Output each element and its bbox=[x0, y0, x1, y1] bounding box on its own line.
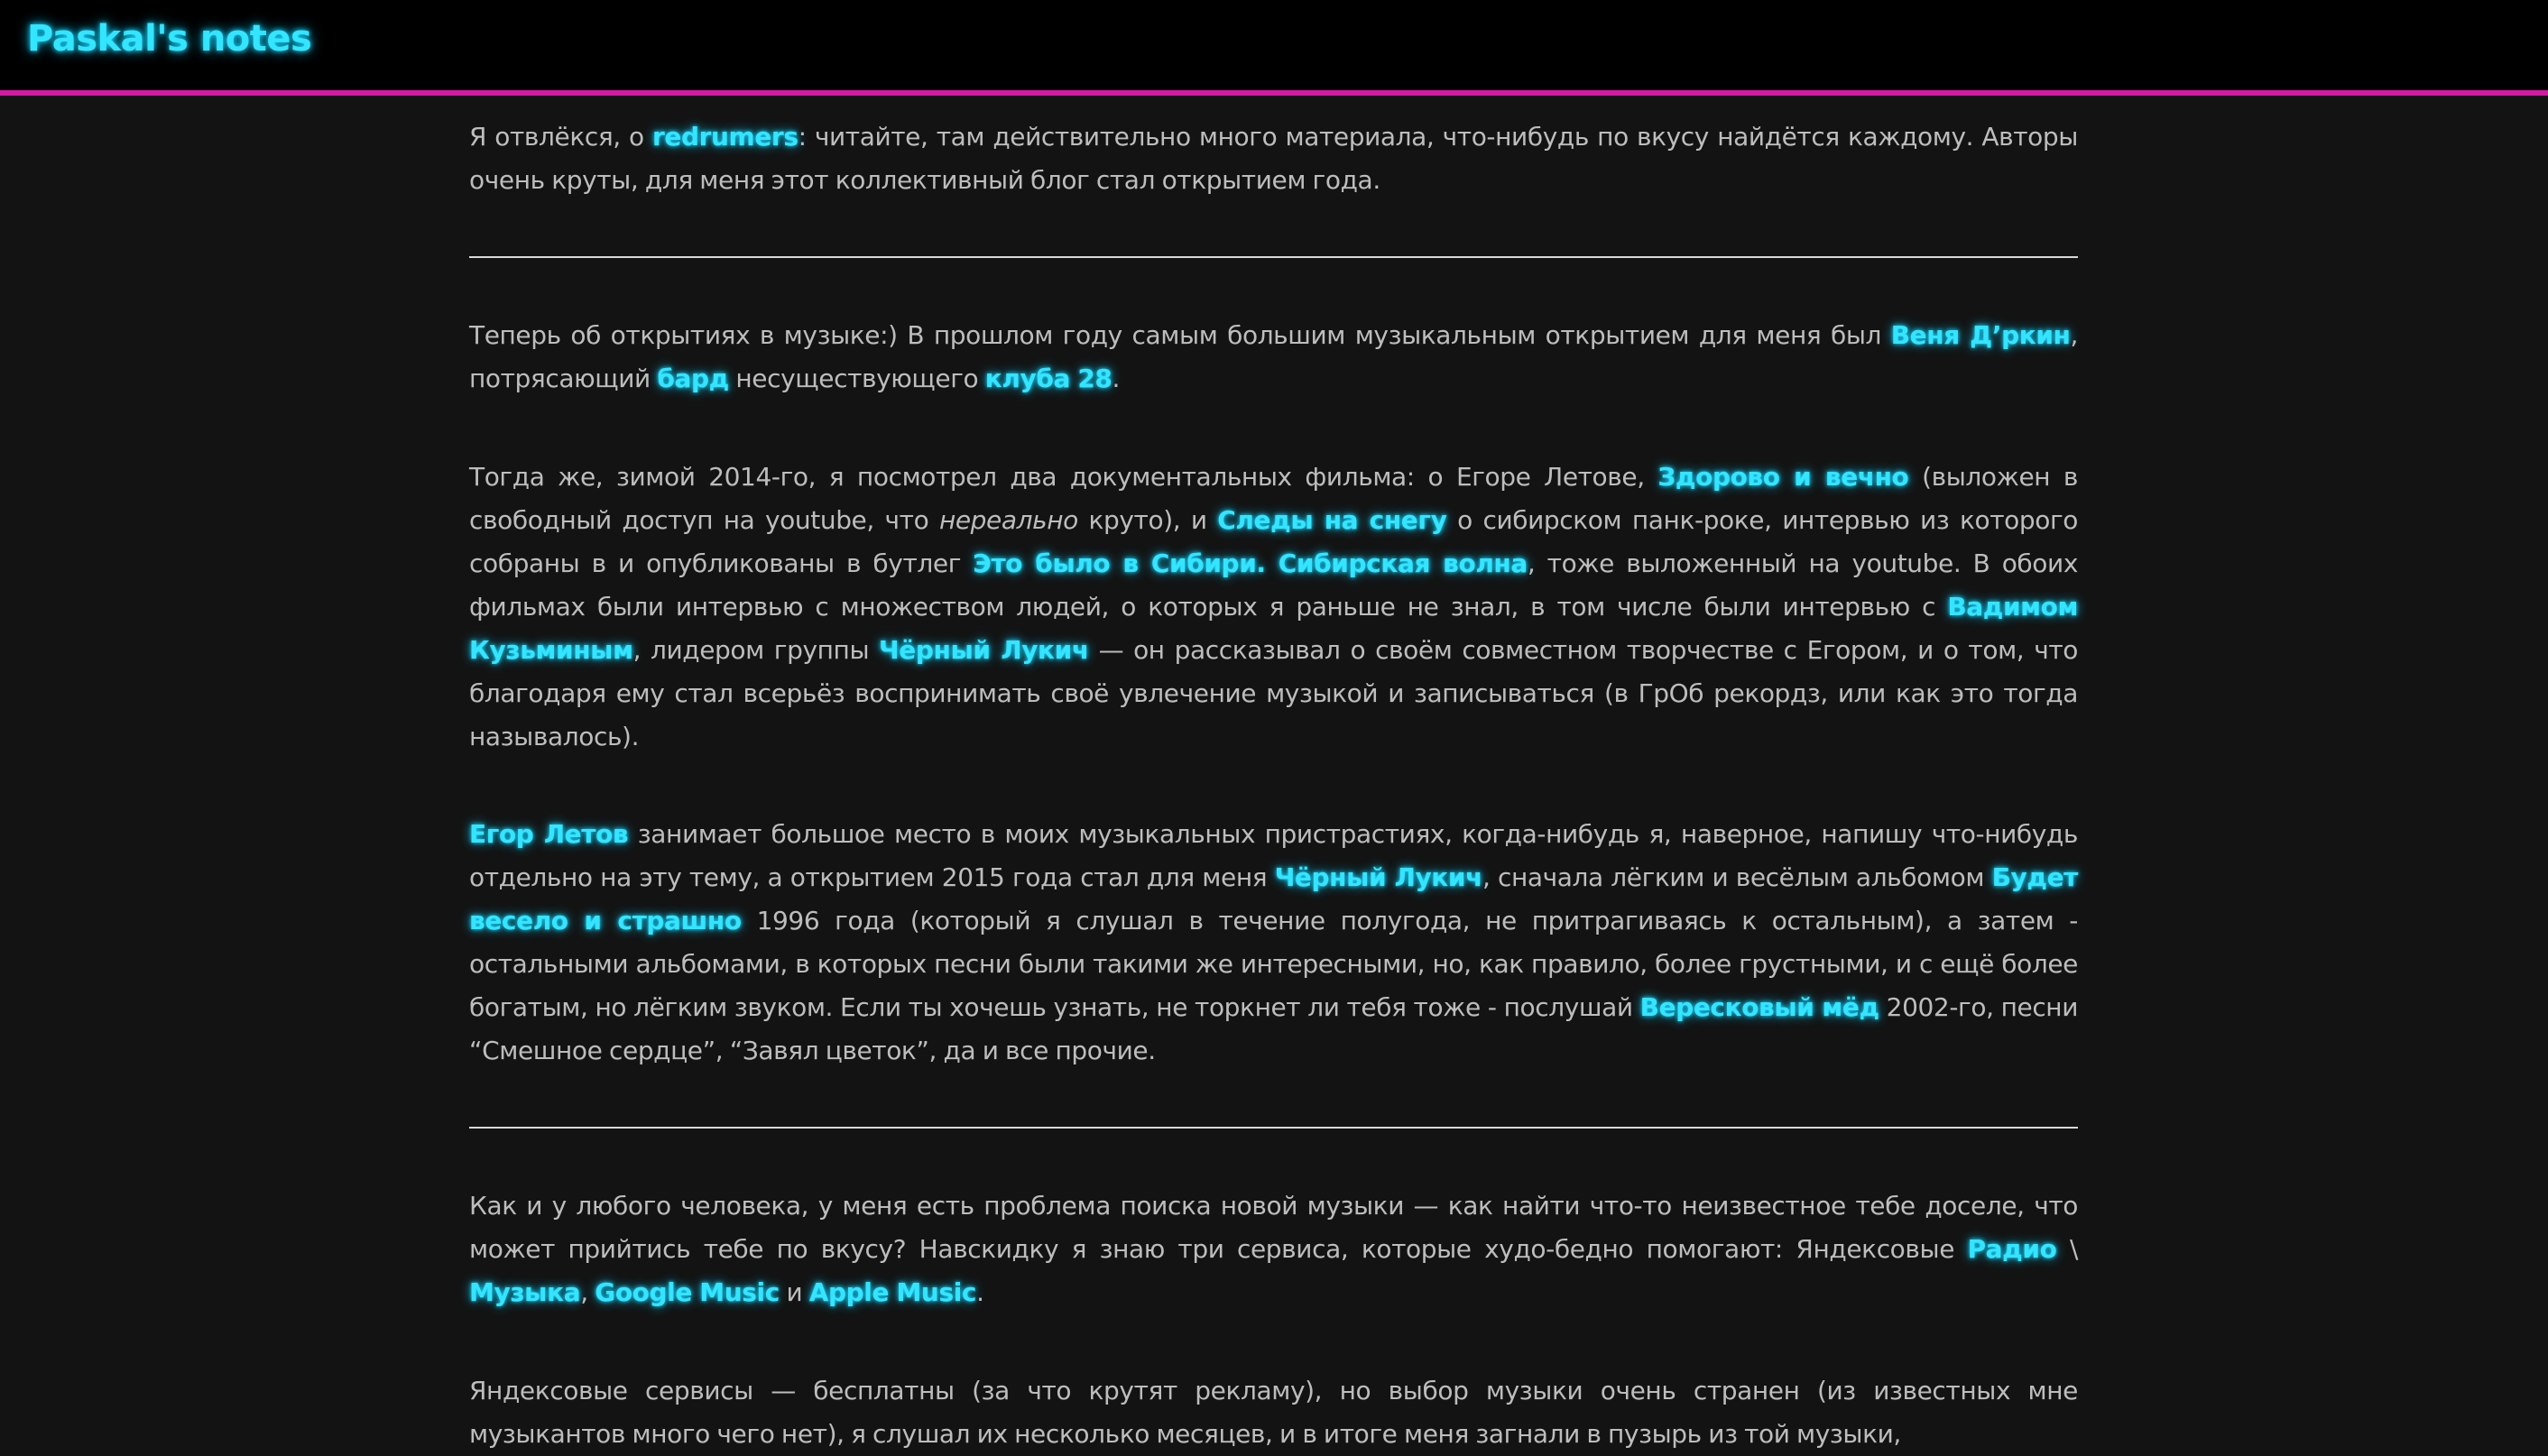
paragraph-music-search: Как и у любого человека, у меня есть про… bbox=[469, 1184, 2078, 1314]
paragraph-documentaries: Тогда же, зимой 2014-го, я посмотрел два… bbox=[469, 456, 2078, 759]
link-yandex-music[interactable]: Музыка bbox=[469, 1277, 581, 1307]
text: , сначала лёгким и весёлым альбомом bbox=[1482, 862, 1992, 892]
text: Тогда же, зимой 2014-го, я посмотрел два… bbox=[469, 462, 1658, 492]
divider bbox=[469, 1127, 2078, 1129]
text: Яндексовые сервисы — бесплатны (за что к… bbox=[469, 1376, 2078, 1449]
site-title-link[interactable]: Paskal's notes bbox=[27, 18, 312, 60]
link-vereskovy-myod[interactable]: Вересковый мёд bbox=[1640, 992, 1879, 1022]
link-cherny-lukich-2[interactable]: Чёрный Лукич bbox=[1275, 862, 1483, 892]
text: , лидером группы bbox=[632, 635, 880, 665]
post-content: Я отвлёкся, о redrumers: читайте, там де… bbox=[469, 96, 2078, 1456]
link-apple-music[interactable]: Apple Music bbox=[809, 1277, 977, 1307]
link-venya-drkin[interactable]: Веня Д’ркин bbox=[1891, 320, 2071, 350]
link-google-music[interactable]: Google Music bbox=[595, 1277, 780, 1307]
link-sledy-na-snegu[interactable]: Следы на снегу bbox=[1217, 505, 1447, 535]
text: круто), и bbox=[1077, 505, 1218, 535]
link-egor-letov[interactable]: Егор Летов bbox=[469, 819, 629, 849]
text: Теперь об открытиях в музыке:) В прошлом… bbox=[469, 320, 1891, 350]
text: , bbox=[580, 1277, 595, 1307]
link-club-28[interactable]: клуба 28 bbox=[985, 364, 1112, 393]
text: . bbox=[1112, 364, 1121, 393]
divider bbox=[469, 256, 2078, 258]
link-siberian-wave-bootleg[interactable]: Это было в Сибири. Сибирская волна bbox=[973, 548, 1528, 578]
text: . bbox=[976, 1277, 984, 1307]
emphasis-text: нереально bbox=[938, 505, 1078, 535]
text: Я отвлёкся, о bbox=[469, 122, 652, 152]
paragraph-letov-lukich: Егор Летов занимает большое место в моих… bbox=[469, 813, 2078, 1073]
text: несуществующего bbox=[728, 364, 985, 393]
text: \ bbox=[2056, 1234, 2078, 1264]
paragraph-yandex-services: Яндексовые сервисы — бесплатны (за что к… bbox=[469, 1369, 2078, 1456]
link-cherny-lukich[interactable]: Чёрный Лукич bbox=[879, 635, 1089, 665]
text: Как и у любого человека, у меня есть про… bbox=[469, 1191, 2078, 1264]
link-zdorovo-i-vechno[interactable]: Здорово и вечно bbox=[1657, 462, 1908, 492]
link-redrumers[interactable]: redrumers bbox=[652, 122, 799, 152]
paragraph-redrumers: Я отвлёкся, о redrumers: читайте, там де… bbox=[469, 115, 2078, 202]
link-yandex-radio[interactable]: Радио bbox=[1968, 1234, 2057, 1264]
link-bard[interactable]: бард bbox=[657, 364, 729, 393]
text: и bbox=[779, 1277, 809, 1307]
site-header: Paskal's notes bbox=[0, 0, 2548, 96]
paragraph-music-discoveries: Теперь об открытиях в музыке:) В прошлом… bbox=[469, 314, 2078, 401]
